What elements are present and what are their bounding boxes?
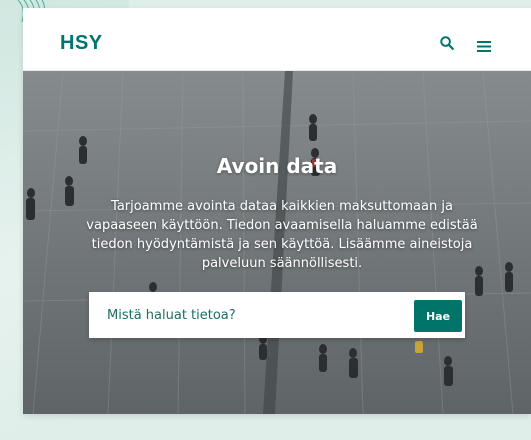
search-submit-button[interactable]: Hae [414,300,462,332]
search-box: Hae [89,292,465,338]
hsy-logo[interactable]: HSY [60,32,103,55]
site-header: HSY [23,8,531,71]
hamburger-menu-icon[interactable] [477,37,491,56]
hero-section: Avoin data Tarjoamme avointa dataa kaikk… [23,71,531,414]
hero-title: Avoin data [216,154,338,178]
search-input[interactable] [107,304,397,326]
browser-page: HSY Avoin data Tarjoamme avointa dataa k… [23,8,531,414]
hero-description: Tarjoamme avointa dataa kaikkien maksutt… [86,199,478,271]
search-icon[interactable] [440,35,454,54]
